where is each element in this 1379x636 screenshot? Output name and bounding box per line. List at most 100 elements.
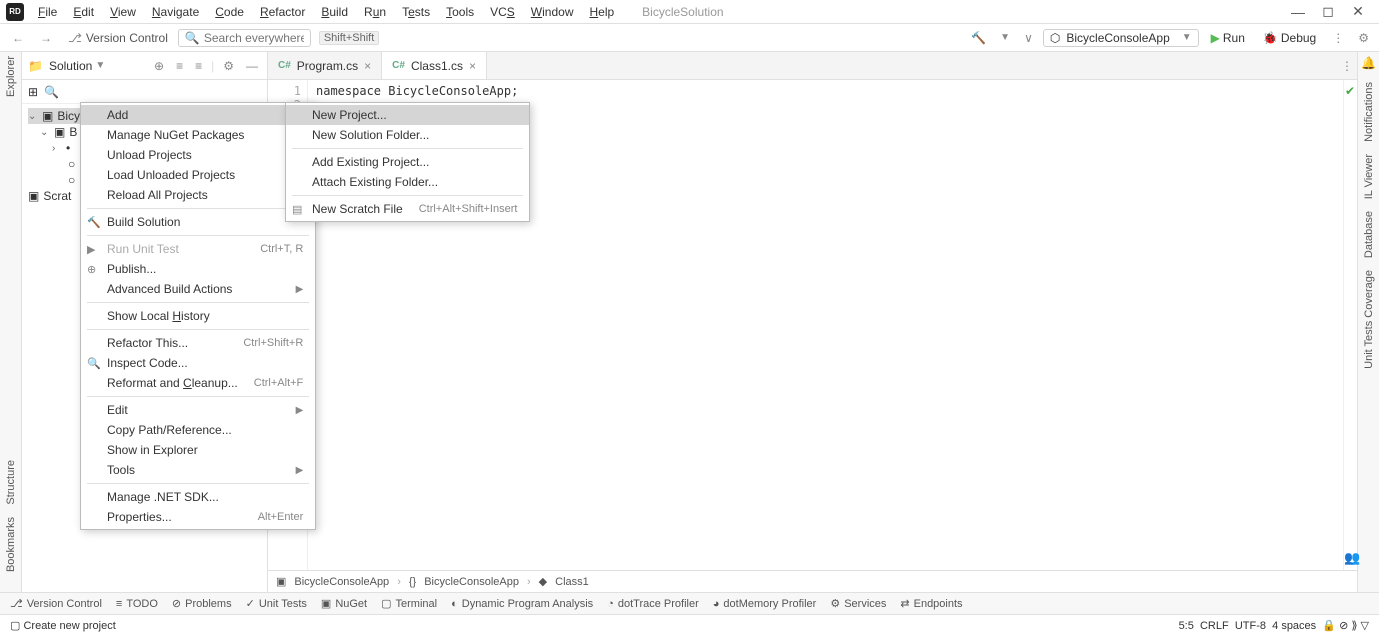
status-indent[interactable]: 4 spaces xyxy=(1272,620,1316,632)
run-config-selector[interactable]: ⬡ BicycleConsoleApp ▼ xyxy=(1043,29,1199,47)
status-line-ending[interactable]: CRLF xyxy=(1200,620,1229,632)
menu-build[interactable]: Build xyxy=(313,3,356,21)
expand-icon[interactable]: ≡ xyxy=(173,59,186,73)
ctx-new-solution-folder[interactable]: New Solution Folder... xyxy=(286,125,529,145)
tab-more-icon[interactable]: ⋮ xyxy=(1337,57,1357,75)
ctx-new-scratch[interactable]: ▤New Scratch FileCtrl+Alt+Shift+Insert xyxy=(286,199,529,219)
ctx-attach-existing-folder[interactable]: Attach Existing Folder... xyxy=(286,172,529,192)
crumb-1[interactable]: BicycleConsoleApp xyxy=(294,576,389,588)
bottom-dotmemory[interactable]: ◕dotMemory Profiler xyxy=(713,598,817,610)
bottom-version-control[interactable]: ⎇Version Control xyxy=(10,597,102,610)
ctx-adv-build[interactable]: Advanced Build Actions▶ xyxy=(81,279,315,299)
hide-panel-icon[interactable]: — xyxy=(243,59,261,73)
tab-program[interactable]: C#Program.cs× xyxy=(268,52,382,79)
bottom-todo[interactable]: ≡TODO xyxy=(116,598,158,610)
bottom-dottrace[interactable]: ◔dotTrace Profiler xyxy=(607,598,699,610)
debug-button[interactable]: 🐞Debug xyxy=(1257,29,1322,47)
menu-edit[interactable]: Edit xyxy=(65,3,102,21)
chevron-down-icon[interactable]: ▼ xyxy=(95,60,105,71)
rail-database[interactable]: Database xyxy=(1363,211,1375,258)
menu-vcs[interactable]: VCS xyxy=(482,3,523,21)
minimize-button[interactable]: — xyxy=(1283,2,1313,22)
rail-unit-coverage[interactable]: Unit Tests Coverage xyxy=(1363,270,1375,369)
menu-help[interactable]: Help xyxy=(581,3,622,21)
menu-run[interactable]: Run xyxy=(356,3,394,21)
version-control-button[interactable]: ⎇ Version Control xyxy=(62,29,174,47)
ctx-reload-all[interactable]: Reload All Projects xyxy=(81,185,315,205)
menu-view[interactable]: View xyxy=(102,3,144,21)
settings-gear-icon[interactable]: ⚙ xyxy=(1354,29,1373,47)
menu-refactor[interactable]: Refactor xyxy=(252,3,313,21)
rail-il-viewer[interactable]: IL Viewer xyxy=(1363,154,1375,199)
bottom-nuget[interactable]: ▣NuGet xyxy=(321,597,367,610)
editor-breadcrumb: ▣BicycleConsoleApp › {}BicycleConsoleApp… xyxy=(268,570,1357,592)
ctx-add-existing-project[interactable]: Add Existing Project... xyxy=(286,152,529,172)
nav-forward-button[interactable]: → xyxy=(34,29,58,47)
scope-icon[interactable]: ⊞ xyxy=(28,85,38,99)
ctx-load-unloaded[interactable]: Load Unloaded Projects xyxy=(81,165,315,185)
menu-code[interactable]: Code xyxy=(207,3,252,21)
ctx-reformat[interactable]: Reformat and Cleanup...Ctrl+Alt+F xyxy=(81,373,315,393)
ctx-manage-sdk[interactable]: Manage .NET SDK... xyxy=(81,487,315,507)
rail-explorer[interactable]: Explorer xyxy=(5,56,17,97)
close-icon[interactable]: × xyxy=(469,59,476,73)
nav-back-button[interactable]: ← xyxy=(6,29,30,47)
file-icon: ○ xyxy=(68,157,75,171)
maximize-button[interactable]: ◻ xyxy=(1313,1,1343,22)
lock-icon[interactable]: 🔒 xyxy=(1322,619,1336,632)
bell-icon[interactable]: 🔔 xyxy=(1361,56,1376,70)
branch-icon: ⎇ xyxy=(68,31,82,45)
history-dropdown-icon[interactable]: ∨ xyxy=(1020,29,1037,47)
menu-file[interactable]: File xyxy=(30,3,65,21)
crumb-3[interactable]: Class1 xyxy=(555,576,589,588)
menu-tools[interactable]: Tools xyxy=(438,3,482,21)
ctx-unload[interactable]: Unload Projects xyxy=(81,145,315,165)
search-everywhere-box[interactable]: 🔍 xyxy=(178,29,311,47)
gear-icon[interactable]: ⚙ xyxy=(220,59,237,73)
ctx-inspect[interactable]: 🔍Inspect Code... xyxy=(81,353,315,373)
bottom-dpa[interactable]: ◐Dynamic Program Analysis xyxy=(451,598,593,610)
ctx-tools[interactable]: Tools▶ xyxy=(81,460,315,480)
ctx-show-explorer[interactable]: Show in Explorer xyxy=(81,440,315,460)
menu-navigate[interactable]: Navigate xyxy=(144,3,207,21)
bottom-unit-tests[interactable]: ✓Unit Tests xyxy=(246,597,307,610)
bottom-problems[interactable]: ⊘Problems xyxy=(172,597,232,610)
rail-notifications[interactable]: Notifications xyxy=(1363,82,1375,142)
ctx-refactor[interactable]: Refactor This...Ctrl+Shift+R xyxy=(81,333,315,353)
check-icon[interactable]: ⊘ xyxy=(1339,619,1348,632)
ctx-manage-nuget[interactable]: Manage NuGet Packages xyxy=(81,125,315,145)
status-position[interactable]: 5:5 xyxy=(1179,620,1194,632)
ctx-add[interactable]: Add▶ xyxy=(81,105,315,125)
build-dropdown-icon[interactable]: ▼ xyxy=(996,30,1014,45)
search-shortcut-hint: Shift+Shift xyxy=(319,31,379,45)
more-icon[interactable]: ⋮ xyxy=(1328,29,1348,47)
close-icon[interactable]: × xyxy=(364,59,371,73)
bottom-endpoints[interactable]: ⇄Endpoints xyxy=(900,597,962,610)
menu-tests[interactable]: Tests xyxy=(394,3,438,21)
ctx-edit[interactable]: Edit▶ xyxy=(81,400,315,420)
filter-icon[interactable]: ▽ xyxy=(1361,619,1369,632)
bottom-services[interactable]: ⚙Services xyxy=(830,597,886,610)
rail-structure[interactable]: Structure xyxy=(5,460,17,505)
build-hammer-icon[interactable]: 🔨 xyxy=(967,29,990,47)
run-button[interactable]: ▶Run xyxy=(1205,29,1251,47)
locate-icon[interactable]: ⊕ xyxy=(151,59,167,73)
search-icon[interactable]: 🔍 xyxy=(44,85,59,99)
signal-icon[interactable]: ⟫ xyxy=(1351,619,1357,632)
ctx-new-project[interactable]: New Project... xyxy=(286,105,529,125)
solution-title[interactable]: Solution xyxy=(49,59,92,73)
status-encoding[interactable]: UTF-8 xyxy=(1235,620,1266,632)
rail-bookmarks[interactable]: Bookmarks xyxy=(5,517,17,572)
ctx-copy-path[interactable]: Copy Path/Reference... xyxy=(81,420,315,440)
crumb-2[interactable]: BicycleConsoleApp xyxy=(424,576,519,588)
ctx-build[interactable]: 🔨Build Solution xyxy=(81,212,315,232)
ctx-properties[interactable]: Properties...Alt+Enter xyxy=(81,507,315,527)
menu-window[interactable]: Window xyxy=(523,3,582,21)
search-input[interactable] xyxy=(204,31,304,45)
collapse-icon[interactable]: ≡ xyxy=(192,59,205,73)
ctx-publish[interactable]: ⊕Publish... xyxy=(81,259,315,279)
ctx-local-history[interactable]: Show Local History xyxy=(81,306,315,326)
close-button[interactable]: ✕ xyxy=(1343,1,1373,22)
bottom-terminal[interactable]: ▢Terminal xyxy=(381,597,437,610)
tab-class1[interactable]: C#Class1.cs× xyxy=(382,52,487,79)
